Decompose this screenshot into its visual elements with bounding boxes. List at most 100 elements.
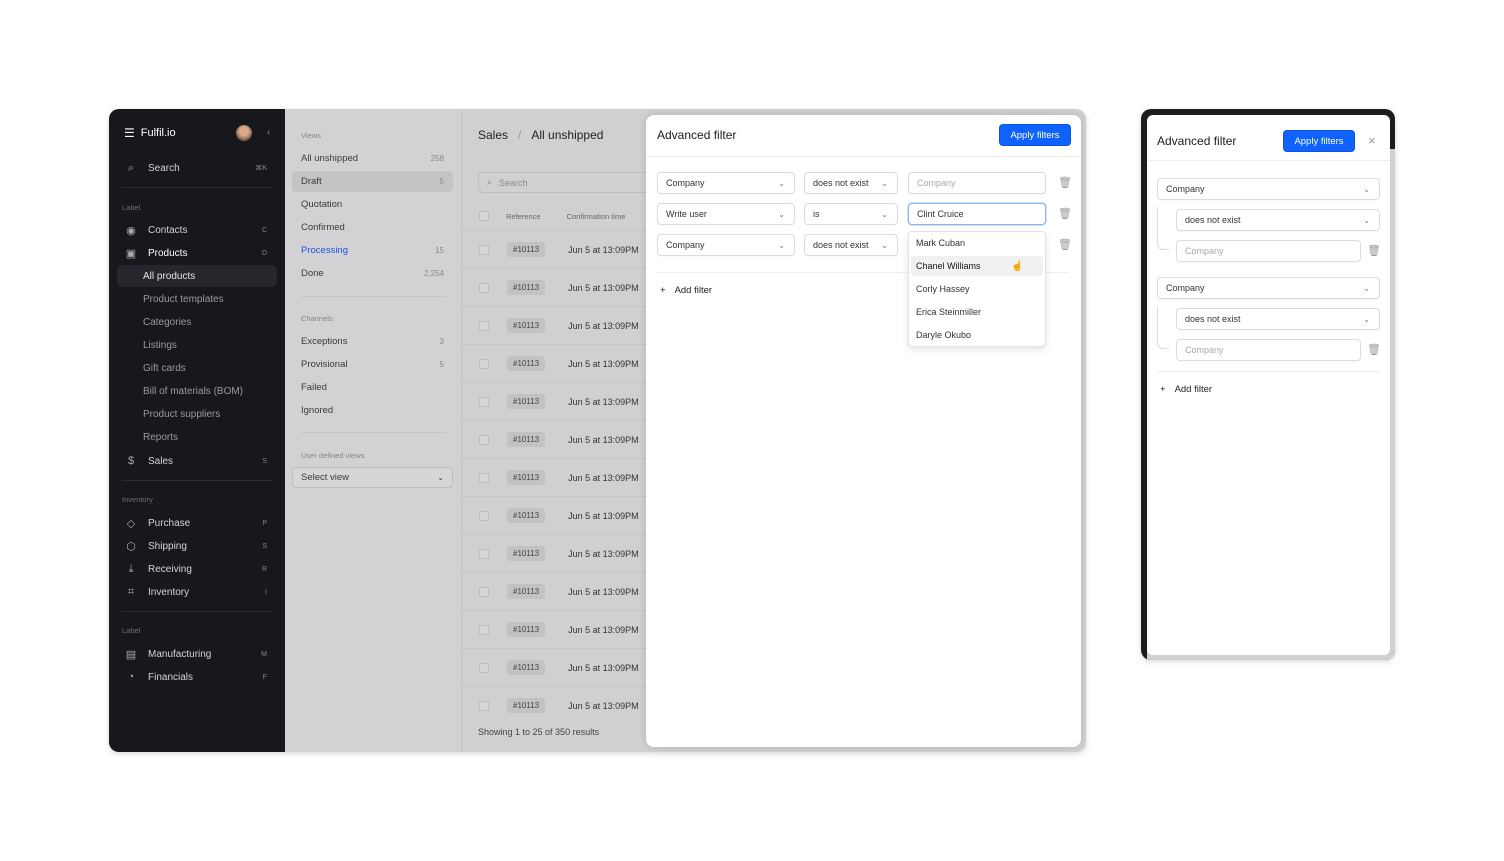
reference-badge[interactable]: #10113 <box>507 622 545 637</box>
table-row[interactable]: #10113Jun 5 at 13:09PM <box>462 648 662 686</box>
trash-icon[interactable]: 🗑 <box>1058 207 1072 220</box>
select-all-checkbox[interactable] <box>479 211 489 221</box>
channel-item[interactable]: Provisional5 <box>292 354 453 375</box>
row-checkbox[interactable] <box>479 397 489 407</box>
apply-filters-button[interactable]: Apply filters <box>999 124 1071 146</box>
filter-field-select[interactable]: Company⌄ <box>1157 178 1380 200</box>
filter-operator-select[interactable]: does not exist⌄ <box>804 234 898 256</box>
filter-field-select[interactable]: Company⌄ <box>1157 277 1380 299</box>
filter-field-select[interactable]: Company⌄ <box>657 234 795 256</box>
table-row[interactable]: #10113Jun 5 at 13:09PM <box>462 572 662 610</box>
channel-item[interactable]: Failed <box>292 377 453 398</box>
sidebar-subitem[interactable]: Categories <box>117 311 277 333</box>
table-row[interactable]: #10113Jun 5 at 13:09PM <box>462 230 662 268</box>
add-filter-button[interactable]: +Add filter <box>1160 384 1212 395</box>
avatar[interactable] <box>236 125 252 141</box>
sidebar-item-products[interactable]: ▣ProductsD <box>117 242 277 264</box>
row-checkbox[interactable] <box>479 549 489 559</box>
select-view-dropdown[interactable]: Select view⌄ <box>292 467 453 488</box>
row-checkbox[interactable] <box>479 321 489 331</box>
sidebar-subitem[interactable]: Product templates <box>117 288 277 310</box>
sidebar-item-shipping[interactable]: ⬡ShippingS <box>117 535 277 557</box>
sidebar-subitem[interactable]: Bill of materials (BOM) <box>117 380 277 402</box>
reference-badge[interactable]: #10113 <box>507 394 545 409</box>
column-reference[interactable]: Reference <box>506 212 541 221</box>
table-row[interactable]: #10113Jun 5 at 13:09PM <box>462 686 662 724</box>
view-item[interactable]: All unshipped258 <box>292 148 453 169</box>
sidebar-item-purchase[interactable]: ◇PurchaseP <box>117 512 277 534</box>
reference-badge[interactable]: #10113 <box>507 698 545 713</box>
table-row[interactable]: #10113Jun 5 at 13:09PM <box>462 344 662 382</box>
filter-field-select[interactable]: Company⌄ <box>657 172 795 194</box>
sidebar-item-inventory[interactable]: ⌗InventoryI <box>117 581 277 603</box>
filter-value-input[interactable]: Company <box>908 172 1046 194</box>
trash-icon[interactable]: 🗑 <box>1058 176 1072 189</box>
dropdown-option[interactable]: Chanel Williams☝ <box>911 256 1043 276</box>
reference-badge[interactable]: #10113 <box>507 356 545 371</box>
sidebar-item-sales[interactable]: $SalesS <box>117 450 277 472</box>
channel-item[interactable]: Exceptions3 <box>292 331 453 352</box>
reference-badge[interactable]: #10113 <box>507 432 545 447</box>
filter-operator-select[interactable]: is⌄ <box>804 203 898 225</box>
table-row[interactable]: #10113Jun 5 at 13:09PM <box>462 458 662 496</box>
reference-badge[interactable]: #10113 <box>507 508 545 523</box>
channel-item[interactable]: Ignored <box>292 400 453 421</box>
row-checkbox[interactable] <box>479 511 489 521</box>
row-checkbox[interactable] <box>479 283 489 293</box>
filter-value-input[interactable]: Company <box>1176 339 1361 361</box>
logo[interactable]: ☰ Fulfil.io <box>124 126 176 140</box>
dropdown-option[interactable]: Daryle Okubo <box>911 325 1043 345</box>
column-confirmation-time[interactable]: Confirmation time <box>567 212 626 221</box>
sidebar-subitem[interactable]: Product suppliers <box>117 403 277 425</box>
sidebar-subitem[interactable]: Gift cards <box>117 357 277 379</box>
view-item[interactable]: Confirmed <box>292 217 453 238</box>
reference-badge[interactable]: #10113 <box>507 546 545 561</box>
table-row[interactable]: #10113Jun 5 at 13:09PM <box>462 382 662 420</box>
close-icon[interactable]: × <box>1368 133 1376 148</box>
row-checkbox[interactable] <box>479 701 489 711</box>
table-row[interactable]: #10113Jun 5 at 13:09PM <box>462 534 662 572</box>
row-checkbox[interactable] <box>479 663 489 673</box>
table-row[interactable]: #10113Jun 5 at 13:09PM <box>462 420 662 458</box>
row-checkbox[interactable] <box>479 245 489 255</box>
row-checkbox[interactable] <box>479 587 489 597</box>
apply-filters-button[interactable]: Apply filters <box>1283 130 1355 152</box>
dropdown-option[interactable]: Corly Hassey <box>911 279 1043 299</box>
view-item[interactable]: Quotation <box>292 194 453 215</box>
sidebar-item-financials[interactable]: ◔FinancialsF <box>117 666 277 688</box>
sidebar-item-receiving[interactable]: ⤓ReceivingR <box>117 558 277 580</box>
filter-operator-select[interactable]: does not exist⌄ <box>804 172 898 194</box>
reference-badge[interactable]: #10113 <box>507 318 545 333</box>
table-row[interactable]: #10113Jun 5 at 13:09PM <box>462 306 662 344</box>
collapse-chevron-icon[interactable]: ‹ <box>267 127 270 138</box>
breadcrumb-sales[interactable]: Sales <box>478 128 508 142</box>
sidebar-subitem[interactable]: Reports <box>117 426 277 448</box>
view-item[interactable]: Draft5 <box>292 171 453 192</box>
filter-operator-select[interactable]: does not exist⌄ <box>1176 308 1380 330</box>
reference-badge[interactable]: #10113 <box>507 584 545 599</box>
reference-badge[interactable]: #10113 <box>507 660 545 675</box>
search-button[interactable]: ⌕ Search ⌘K <box>117 157 277 179</box>
table-row[interactable]: #10113Jun 5 at 13:09PM <box>462 268 662 306</box>
row-checkbox[interactable] <box>479 435 489 445</box>
dropdown-option[interactable]: Mark Cuban <box>911 233 1043 253</box>
table-row[interactable]: #10113Jun 5 at 13:09PM <box>462 610 662 648</box>
trash-icon[interactable]: 🗑 <box>1367 244 1381 257</box>
sidebar-subitem[interactable]: All products <box>117 265 277 287</box>
row-checkbox[interactable] <box>479 473 489 483</box>
sidebar-subitem[interactable]: Listings <box>117 334 277 356</box>
trash-icon[interactable]: 🗑 <box>1058 238 1072 251</box>
table-row[interactable]: #10113Jun 5 at 13:09PM <box>462 496 662 534</box>
add-filter-button[interactable]: +Add filter <box>660 285 712 296</box>
reference-badge[interactable]: #10113 <box>507 280 545 295</box>
filter-field-select[interactable]: Write user⌄ <box>657 203 795 225</box>
row-checkbox[interactable] <box>479 625 489 635</box>
filter-value-input[interactable]: Company <box>1176 240 1361 262</box>
reference-badge[interactable]: #10113 <box>507 242 545 257</box>
trash-icon[interactable]: 🗑 <box>1367 343 1381 356</box>
filter-operator-select[interactable]: does not exist⌄ <box>1176 209 1380 231</box>
sidebar-item-manufacturing[interactable]: ▤ManufacturingM <box>117 643 277 665</box>
row-checkbox[interactable] <box>479 359 489 369</box>
dropdown-option[interactable]: Erica Steinmiller <box>911 302 1043 322</box>
filter-value-input[interactable]: Clint Cruice <box>908 203 1046 225</box>
